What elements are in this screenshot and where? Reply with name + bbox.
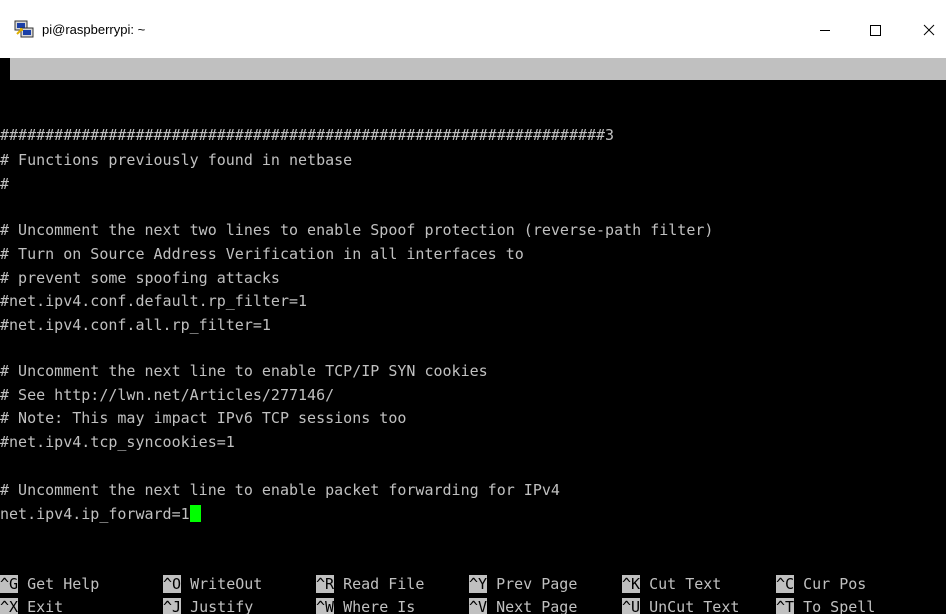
- shortcut-key: ^K: [622, 575, 641, 593]
- shortcut-key: ^T: [776, 598, 795, 614]
- putty-window: pi@raspberrypi: ~ GNU nano 2.2.6 File: /…: [0, 0, 946, 614]
- editor-line: #net.ipv4.tcp_syncookies=1: [0, 433, 235, 451]
- editor-line: # Uncomment the next two lines to enable…: [0, 221, 714, 239]
- shortcut-prev-page[interactable]: ^Y Prev Page: [469, 573, 577, 595]
- shortcut-key: ^R: [316, 575, 335, 593]
- shortcut-justify[interactable]: ^J Justify: [163, 596, 253, 614]
- shortcut-to-spell[interactable]: ^T To Spell: [776, 596, 875, 614]
- shortcut-next-page[interactable]: ^V Next Page: [469, 596, 577, 614]
- shortcut-key: ^W: [316, 598, 335, 614]
- editor-line: ########################################…: [0, 126, 615, 144]
- editor-line: # Note: This may impact IPv6 TCP session…: [0, 409, 407, 427]
- shortcut-label: Exit: [18, 598, 64, 614]
- shortcut-key: ^J: [163, 598, 182, 614]
- editor-line-current: net.ipv4.ip_forward=1: [0, 503, 201, 525]
- shortcut-label: Justify: [181, 598, 254, 614]
- shortcut-key: ^X: [0, 598, 19, 614]
- shortcut-key: ^C: [776, 575, 795, 593]
- editor-line: #: [0, 175, 10, 193]
- close-icon[interactable]: [906, 14, 946, 46]
- shortcut-cut-text[interactable]: ^K Cut Text: [622, 573, 721, 595]
- shortcut-uncut-text[interactable]: ^U UnCut Text: [622, 596, 739, 614]
- title-bar[interactable]: pi@raspberrypi: ~: [0, 0, 946, 58]
- shortcut-read-file[interactable]: ^R Read File: [316, 573, 424, 595]
- maximize-icon[interactable]: [852, 14, 898, 46]
- putty-icon: [14, 20, 34, 38]
- nano-header-bar: GNU nano 2.2.6 File: /etc/sysctl.conf: [10, 58, 946, 122]
- editor-line: # Functions previously found in netbase: [0, 151, 353, 169]
- editor-line: # Uncomment the next line to enable pack…: [0, 481, 560, 499]
- shortcut-key: ^G: [0, 575, 19, 593]
- editor-line: #net.ipv4.conf.default.rp_filter=1: [0, 292, 308, 310]
- shortcut-key: ^U: [622, 598, 641, 614]
- shortcut-key: ^O: [163, 575, 182, 593]
- shortcut-label: Prev Page: [487, 575, 578, 593]
- editor-line: #net.ipv4.conf.all.rp_filter=1: [0, 316, 271, 334]
- shortcut-label: Cur Pos: [794, 575, 867, 593]
- window-title: pi@raspberrypi: ~: [42, 22, 146, 37]
- editor-line: # prevent some spoofing attacks: [0, 269, 280, 287]
- shortcut-exit[interactable]: ^X Exit: [0, 596, 63, 614]
- shortcut-key: ^Y: [469, 575, 488, 593]
- shortcut-cur-pos[interactable]: ^C Cur Pos: [776, 573, 866, 595]
- shortcut-label: To Spell: [794, 598, 876, 614]
- shortcut-label: Read File: [334, 575, 425, 593]
- minimize-icon[interactable]: [802, 14, 848, 46]
- editor-line: # Turn on Source Address Verification in…: [0, 245, 524, 263]
- editor-line: # See http://lwn.net/Articles/277146/: [0, 386, 335, 404]
- text-cursor: [189, 505, 201, 522]
- terminal-area[interactable]: GNU nano 2.2.6 File: /etc/sysctl.conf ##…: [0, 58, 946, 614]
- shortcut-label: Cut Text: [640, 575, 722, 593]
- editor-line: # Uncomment the next line to enable TCP/…: [0, 362, 488, 380]
- nano-file-label: File: /etc/sysctl.conf: [341, 104, 540, 122]
- shortcut-where-is[interactable]: ^W Where Is: [316, 596, 415, 614]
- shortcut-get-help[interactable]: ^G Get Help: [0, 573, 99, 595]
- shortcut-label: WriteOut: [181, 575, 263, 593]
- shortcut-label: Next Page: [487, 598, 578, 614]
- editor-line-text: net.ipv4.ip_forward=1: [0, 505, 190, 523]
- shortcut-label: Where Is: [334, 598, 416, 614]
- nano-version: GNU nano 2.2.6: [34, 82, 161, 100]
- shortcut-label: UnCut Text: [640, 598, 740, 614]
- shortcut-writeout[interactable]: ^O WriteOut: [163, 573, 262, 595]
- shortcut-label: Get Help: [18, 575, 100, 593]
- shortcut-key: ^V: [469, 598, 488, 614]
